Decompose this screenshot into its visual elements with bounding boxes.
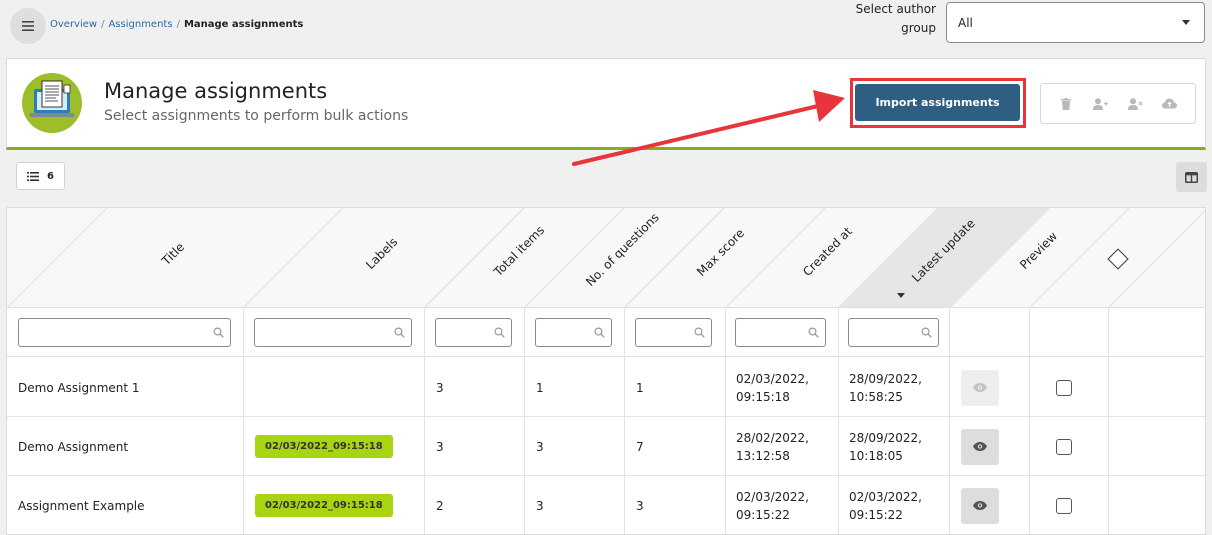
row-select	[1056, 417, 1072, 476]
search-icon	[594, 327, 605, 338]
filter-row	[7, 307, 1205, 357]
search-icon	[694, 327, 705, 338]
add-user-icon[interactable]	[1093, 96, 1109, 112]
row-preview	[961, 476, 999, 534]
remove-user-icon[interactable]	[1127, 96, 1143, 112]
page-title: Manage assignments	[104, 79, 328, 103]
breadcrumb-separator: /	[176, 19, 180, 30]
assignments-table: Title Labels Total items No. of question…	[6, 207, 1206, 535]
author-group-select[interactable]: All	[946, 2, 1205, 43]
breadcrumb-assignments[interactable]: Assignments	[108, 19, 172, 30]
search-icon	[808, 327, 819, 338]
eye-icon	[973, 501, 987, 510]
laptop-document-icon	[30, 80, 74, 117]
sort-desc-icon[interactable]	[897, 293, 905, 298]
row-select	[1056, 476, 1072, 534]
author-group-label: Select author group	[840, 0, 936, 38]
row-total-items: 2	[436, 498, 444, 513]
row-total-items: 3	[436, 380, 444, 395]
row-created-time: 09:15:22	[736, 507, 790, 522]
row-title: Demo Assignment 1	[18, 380, 140, 395]
row-questions: 3	[536, 498, 544, 513]
breadcrumb-current: Manage assignments	[183, 19, 304, 30]
row-updated-time: 10:18:05	[849, 448, 903, 463]
author-group-label-line1: Select author	[855, 2, 936, 16]
table-row: Assignment Example 02/03/2022_09:15:18 2…	[7, 476, 1205, 534]
chevron-down-icon	[1182, 20, 1190, 25]
row-latest-update: 02/03/2022, 09:15:22	[849, 476, 922, 534]
author-group-value: All	[958, 15, 973, 30]
filter-created-at-input[interactable]	[735, 318, 826, 347]
filter-max-score-input[interactable]	[635, 318, 712, 347]
row-checkbox[interactable]	[1056, 438, 1072, 455]
bulk-actions-group	[1040, 83, 1196, 124]
row-title: Demo Assignment	[18, 439, 129, 454]
table-row: Demo Assignment 02/03/2022_09:15:18 3 3 …	[7, 417, 1205, 476]
row-max-score: 7	[636, 439, 644, 454]
assignments-logo	[22, 73, 82, 133]
breadcrumb: Overview / Assignments / Manage assignme…	[50, 19, 303, 30]
row-created-at: 02/03/2022, 09:15:18	[736, 358, 809, 417]
list-count-value: 6	[47, 170, 54, 182]
table-row: Demo Assignment 1 3 1 1 02/03/2022, 09:15…	[7, 358, 1205, 417]
row-max-score: 1	[636, 380, 644, 395]
page-subtitle: Select assignments to perform bulk actio…	[104, 108, 409, 124]
row-select	[1056, 358, 1072, 417]
filter-total-items-input[interactable]	[435, 318, 512, 347]
row-checkbox[interactable]	[1056, 497, 1072, 514]
search-icon	[494, 327, 505, 338]
row-created-date: 02/03/2022,	[736, 489, 809, 504]
eye-icon	[973, 442, 987, 451]
row-updated-date: 28/09/2022,	[849, 430, 922, 445]
filter-labels-input[interactable]	[254, 318, 412, 347]
row-created-time: 13:12:58	[736, 448, 790, 463]
row-updated-time: 10:58:25	[849, 389, 903, 404]
column-layout-button[interactable]	[1176, 162, 1207, 192]
filter-latest-update-input[interactable]	[848, 318, 939, 347]
trash-icon[interactable]	[1058, 96, 1074, 112]
row-latest-update: 28/09/2022, 10:18:05	[849, 417, 922, 476]
columns-icon	[1185, 171, 1198, 183]
search-icon	[394, 327, 405, 338]
eye-icon	[973, 383, 987, 392]
list-count-button[interactable]: 6	[16, 162, 65, 190]
row-created-at: 28/02/2022, 13:12:58	[736, 417, 809, 476]
import-assignments-button[interactable]: Import assignments	[855, 84, 1020, 121]
cloud-upload-icon[interactable]	[1162, 96, 1178, 112]
row-total-items: 3	[436, 439, 444, 454]
label-badge[interactable]: 02/03/2022_09:15:18	[255, 494, 393, 517]
filter-title-input[interactable]	[18, 318, 231, 347]
preview-button[interactable]	[961, 369, 999, 406]
row-latest-update: 28/09/2022, 10:58:25	[849, 358, 922, 417]
hamburger-icon	[22, 21, 34, 31]
filter-questions-input[interactable]	[535, 318, 612, 347]
search-icon	[213, 327, 224, 338]
row-created-at: 02/03/2022, 09:15:22	[736, 476, 809, 534]
row-labels: 02/03/2022_09:15:18	[255, 417, 393, 476]
row-created-date: 02/03/2022,	[736, 371, 809, 386]
page-header-card: Manage assignments Select assignments to…	[6, 58, 1206, 150]
row-questions: 1	[536, 380, 544, 395]
row-preview	[961, 417, 999, 476]
row-checkbox[interactable]	[1056, 379, 1072, 396]
preview-button[interactable]	[961, 428, 999, 465]
breadcrumb-overview[interactable]: Overview	[50, 19, 97, 30]
row-title: Assignment Example	[18, 498, 145, 513]
author-group-label-line2: group	[901, 21, 936, 35]
breadcrumb-separator: /	[101, 19, 105, 30]
row-max-score: 3	[636, 498, 644, 513]
row-updated-date: 02/03/2022,	[849, 489, 922, 504]
row-updated-time: 09:15:22	[849, 507, 903, 522]
preview-button[interactable]	[961, 487, 999, 524]
row-questions: 3	[536, 439, 544, 454]
row-created-time: 09:15:18	[736, 389, 790, 404]
row-labels: 02/03/2022_09:15:18	[255, 476, 393, 534]
search-icon	[921, 327, 932, 338]
menu-button[interactable]	[10, 8, 46, 44]
row-preview	[961, 358, 999, 417]
row-created-date: 28/02/2022,	[736, 430, 809, 445]
row-updated-date: 28/09/2022,	[849, 371, 922, 386]
list-icon	[27, 171, 40, 181]
label-badge[interactable]: 02/03/2022_09:15:18	[255, 435, 393, 458]
